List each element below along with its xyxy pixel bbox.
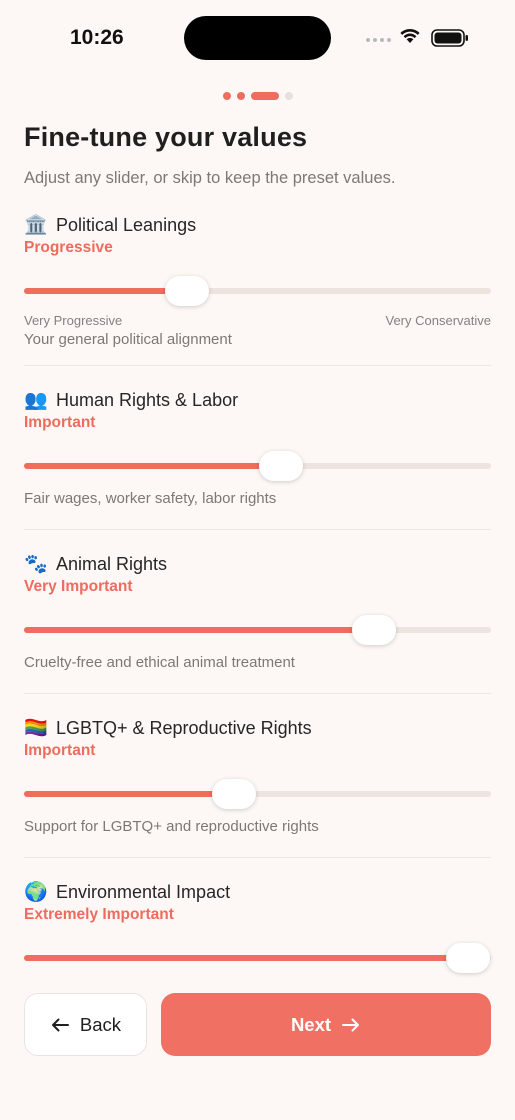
animal-rights-slider[interactable] (24, 612, 491, 646)
status-time: 10:26 (70, 26, 124, 49)
next-button-label: Next (290, 1013, 332, 1035)
slider-fill (24, 791, 235, 797)
paw-prints-icon: 🐾 (24, 553, 48, 575)
environmental-impact-slider[interactable] (24, 940, 491, 974)
slider-fill (24, 627, 375, 633)
slider-thumb[interactable] (258, 451, 303, 481)
preference-animal-rights: 🐾 Animal Rights Very Important Cruelty-f… (24, 551, 491, 671)
preference-title: Animal Rights (56, 553, 168, 574)
divider (24, 365, 491, 366)
slider-thumb[interactable] (165, 276, 210, 306)
preference-description: Cruelty-free and ethical animal treatmen… (24, 654, 295, 671)
cellular-signal-icon (366, 38, 391, 42)
progress-dot-current (250, 92, 279, 100)
slider-thumb[interactable] (212, 779, 257, 809)
preference-lgbtq-reproductive-rights: 🏳️‍🌈 LGBTQ+ & Reproductive Rights Import… (24, 715, 491, 835)
preference-title: Political Leanings (56, 214, 197, 235)
preference-political-leanings: 🏛️ Political Leanings Progressive Very P… (24, 212, 491, 348)
divider (24, 693, 491, 694)
back-button-label: Back (79, 1013, 122, 1035)
preference-description: Fair wages, worker safety, labor rights (24, 490, 277, 507)
page-subtitle: Adjust any slider, or skip to keep the p… (24, 169, 396, 187)
screen: 10:26 Fine-tune your values Adjust any s… (0, 0, 515, 1120)
preference-level: Extremely Important (24, 906, 174, 923)
slider-fill (24, 463, 281, 469)
progress-dot (284, 92, 293, 100)
step-progress-indicator (0, 92, 515, 100)
preference-level: Very Important (24, 578, 133, 595)
preference-level: Progressive (24, 239, 113, 256)
back-button[interactable]: Back (24, 993, 147, 1056)
human-rights-labor-slider[interactable] (24, 448, 491, 482)
preference-description: Your general political alignment (24, 331, 232, 348)
slider-fill (24, 955, 468, 961)
preference-title: LGBTQ+ & Reproductive Rights (56, 717, 312, 738)
preference-title: Human Rights & Labor (56, 389, 239, 410)
arrow-right-icon (342, 1018, 360, 1031)
progress-dot (222, 92, 231, 100)
dynamic-island (184, 16, 331, 60)
people-icon: 👥 (24, 389, 48, 411)
slider-left-label: Very Progressive (24, 313, 123, 328)
slider-thumb[interactable] (352, 615, 397, 645)
preference-human-rights-labor: 👥 Human Rights & Labor Important Fair wa… (24, 387, 491, 507)
globe-icon: 🌍 (24, 881, 48, 903)
rainbow-flag-icon: 🏳️‍🌈 (24, 717, 48, 739)
classical-building-icon: 🏛️ (24, 214, 48, 236)
preference-description: Support for LGBTQ+ and reproductive righ… (24, 818, 319, 835)
divider (24, 529, 491, 530)
slider-fill (24, 288, 188, 294)
next-button[interactable]: Next (161, 993, 491, 1056)
status-bar: 10:26 (0, 0, 515, 76)
lgbtq-reproductive-rights-slider[interactable] (24, 776, 491, 810)
slider-right-label: Very Conservative (385, 313, 492, 328)
political-leanings-slider[interactable] (24, 273, 491, 307)
divider (24, 857, 491, 858)
preference-level: Important (24, 414, 96, 431)
slider-thumb[interactable] (445, 943, 490, 973)
preference-level: Important (24, 742, 96, 759)
wifi-icon (400, 28, 420, 43)
arrow-left-icon (51, 1018, 69, 1031)
page-title: Fine-tune your values (24, 122, 308, 152)
preference-environmental-impact: 🌍 Environmental Impact Extremely Importa… (24, 879, 491, 974)
battery-icon (431, 29, 468, 47)
preference-title: Environmental Impact (56, 881, 231, 902)
progress-dot (236, 92, 245, 100)
